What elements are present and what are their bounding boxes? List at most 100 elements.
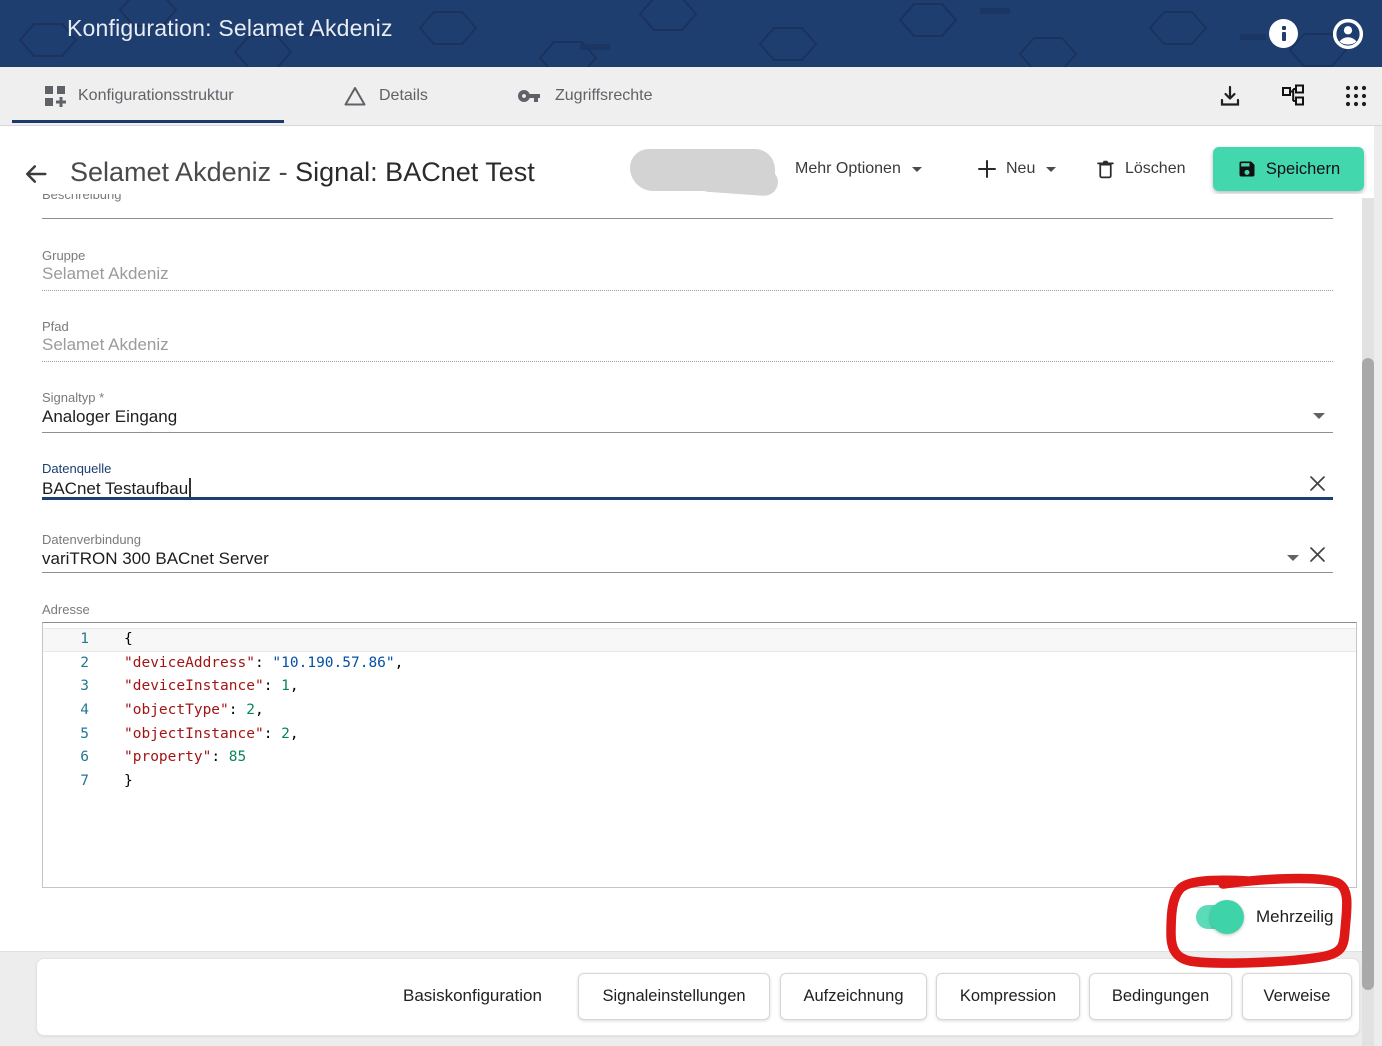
datenverbindung-underline bbox=[42, 572, 1333, 573]
gruppe-value: Selamet Akdeniz bbox=[42, 264, 169, 284]
triangle-icon bbox=[343, 85, 367, 107]
back-arrow-icon[interactable] bbox=[22, 160, 50, 188]
signaltyp-select-value[interactable]: Analoger Eingang bbox=[42, 407, 177, 427]
key-icon bbox=[515, 84, 543, 108]
code-line: 4"objectType": 2, bbox=[43, 699, 1356, 723]
multiline-toggle-label: Mehrzeilig bbox=[1256, 907, 1333, 927]
code-text: { bbox=[103, 628, 133, 652]
tab-label: Konfigurationsstruktur bbox=[78, 87, 234, 105]
datenverbindung-dropdown-icon[interactable] bbox=[1287, 555, 1299, 561]
download-icon[interactable] bbox=[1218, 84, 1242, 108]
field-label-adresse: Adresse bbox=[42, 602, 90, 617]
page-title: Selamet Akdeniz - Signal: BACnet Test bbox=[70, 157, 535, 188]
footer-tab-label: Verweise bbox=[1264, 987, 1331, 1006]
more-options-button[interactable]: Mehr Optionen bbox=[795, 147, 922, 191]
field-label-datenquelle: Datenquelle bbox=[42, 461, 111, 476]
plus-icon bbox=[977, 159, 997, 179]
scrollbar-thumb[interactable] bbox=[1362, 358, 1374, 990]
app-header: Konfiguration: Selamet Akdeniz bbox=[0, 0, 1382, 67]
datenverbindung-select-value[interactable]: variTRON 300 BACnet Server bbox=[42, 549, 269, 569]
signaltyp-dropdown-icon[interactable] bbox=[1313, 413, 1325, 419]
code-text: "objectInstance": 2, bbox=[103, 723, 299, 747]
footer-tab-basiskonfiguration[interactable]: Basiskonfiguration bbox=[403, 986, 542, 1006]
field-label-signaltyp: Signaltyp * bbox=[42, 390, 104, 405]
footer-tab-label: Aufzeichnung bbox=[804, 987, 904, 1006]
tab-label: Zugriffsrechte bbox=[555, 87, 653, 105]
dashboard-customize-icon bbox=[44, 85, 66, 107]
trash-icon bbox=[1095, 158, 1116, 180]
multiline-toggle[interactable] bbox=[1196, 904, 1242, 930]
line-number: 7 bbox=[43, 770, 103, 794]
save-floppy-icon bbox=[1237, 159, 1257, 179]
datenquelle-underline-focused bbox=[42, 497, 1333, 500]
new-button[interactable]: Neu bbox=[977, 147, 1056, 191]
field-label-gruppe: Gruppe bbox=[42, 248, 85, 263]
text-cursor bbox=[189, 478, 191, 497]
form-scroll-area: Beschreibung Gruppe Selamet Akdeniz Pfad… bbox=[0, 194, 1374, 952]
line-number: 4 bbox=[43, 699, 103, 723]
delete-button[interactable]: Löschen bbox=[1095, 147, 1186, 191]
code-lines: 1{2"deviceAddress": "10.190.57.86",3"dev… bbox=[43, 628, 1356, 794]
delete-label: Löschen bbox=[1125, 160, 1186, 178]
schema-icon[interactable] bbox=[1280, 84, 1306, 108]
tab-details[interactable]: Details bbox=[343, 67, 428, 125]
pfad-value: Selamet Akdeniz bbox=[42, 335, 169, 355]
info-icon[interactable] bbox=[1269, 19, 1298, 48]
footer-tab-aufzeichnung[interactable]: Aufzeichnung bbox=[780, 973, 927, 1020]
page-title-prefix: Selamet Akdeniz - bbox=[70, 157, 295, 187]
code-line: 7} bbox=[43, 770, 1356, 794]
active-tab-underline bbox=[12, 120, 284, 123]
page-title-main: Signal: BACnet Test bbox=[295, 157, 535, 187]
chevron-down-icon bbox=[912, 167, 922, 172]
new-label: Neu bbox=[1006, 160, 1035, 178]
datenquelle-clear-icon[interactable] bbox=[1309, 475, 1326, 497]
adresse-json-editor[interactable]: 1{2"deviceAddress": "10.190.57.86",3"dev… bbox=[42, 622, 1357, 888]
field-label-pfad: Pfad bbox=[42, 319, 69, 334]
more-options-label: Mehr Optionen bbox=[795, 160, 901, 178]
account-icon[interactable] bbox=[1332, 18, 1364, 50]
gruppe-underline bbox=[42, 290, 1333, 291]
code-line: 3"deviceInstance": 1, bbox=[43, 675, 1356, 699]
datenquelle-input-value[interactable]: BACnet Testaufbau bbox=[42, 478, 191, 499]
signaltyp-underline bbox=[42, 432, 1333, 433]
footer-tab-bedingungen[interactable]: Bedingungen bbox=[1089, 973, 1232, 1020]
tab-bar: Konfigurationsstruktur Details Zugriffsr… bbox=[0, 67, 1382, 126]
code-line: 1{ bbox=[43, 628, 1356, 652]
line-number: 1 bbox=[43, 628, 103, 652]
field-label-datenverbindung: Datenverbindung bbox=[42, 532, 141, 547]
code-line: 6"property": 85 bbox=[43, 746, 1356, 770]
code-text: "objectType": 2, bbox=[103, 699, 264, 723]
line-number: 2 bbox=[43, 652, 103, 676]
code-line: 5"objectInstance": 2, bbox=[43, 723, 1356, 747]
footer-tab-label: Bedingungen bbox=[1112, 987, 1209, 1006]
code-line: 2"deviceAddress": "10.190.57.86", bbox=[43, 652, 1356, 676]
code-text: "deviceAddress": "10.190.57.86", bbox=[103, 652, 403, 676]
app-title: Konfiguration: Selamet Akdeniz bbox=[67, 15, 393, 42]
vertical-scrollbar[interactable] bbox=[1362, 198, 1374, 1046]
apps-grid-icon[interactable] bbox=[1344, 84, 1368, 108]
line-number: 6 bbox=[43, 746, 103, 770]
tab-zugriffsrechte[interactable]: Zugriffsrechte bbox=[515, 67, 653, 125]
toggle-thumb bbox=[1210, 900, 1244, 934]
line-number: 3 bbox=[43, 675, 103, 699]
datenverbindung-clear-icon[interactable] bbox=[1309, 546, 1326, 568]
code-text: "property": 85 bbox=[103, 746, 246, 770]
save-button[interactable]: Speichern bbox=[1213, 147, 1364, 191]
code-text: } bbox=[103, 770, 133, 794]
footer-tab-label: Signaleinstellungen bbox=[602, 987, 745, 1006]
footer-tab-kompression[interactable]: Kompression bbox=[936, 973, 1080, 1020]
code-text: "deviceInstance": 1, bbox=[103, 675, 299, 699]
footer-tab-label: Kompression bbox=[960, 987, 1056, 1006]
multiline-toggle-row: Mehrzeilig bbox=[1196, 904, 1333, 930]
footer-tab-verweise[interactable]: Verweise bbox=[1242, 973, 1352, 1020]
chevron-down-icon bbox=[1046, 167, 1056, 172]
redaction-blob bbox=[699, 165, 779, 196]
tab-label: Details bbox=[379, 87, 428, 105]
line-number: 5 bbox=[43, 723, 103, 747]
pfad-underline bbox=[42, 361, 1333, 362]
footer-tab-signaleinstellungen[interactable]: Signaleinstellungen bbox=[578, 973, 770, 1020]
field-label-beschreibung: Beschreibung bbox=[42, 194, 122, 202]
tab-konfigurationsstruktur[interactable]: Konfigurationsstruktur bbox=[44, 67, 234, 125]
save-label: Speichern bbox=[1266, 160, 1340, 179]
beschreibung-input[interactable] bbox=[42, 218, 1333, 219]
